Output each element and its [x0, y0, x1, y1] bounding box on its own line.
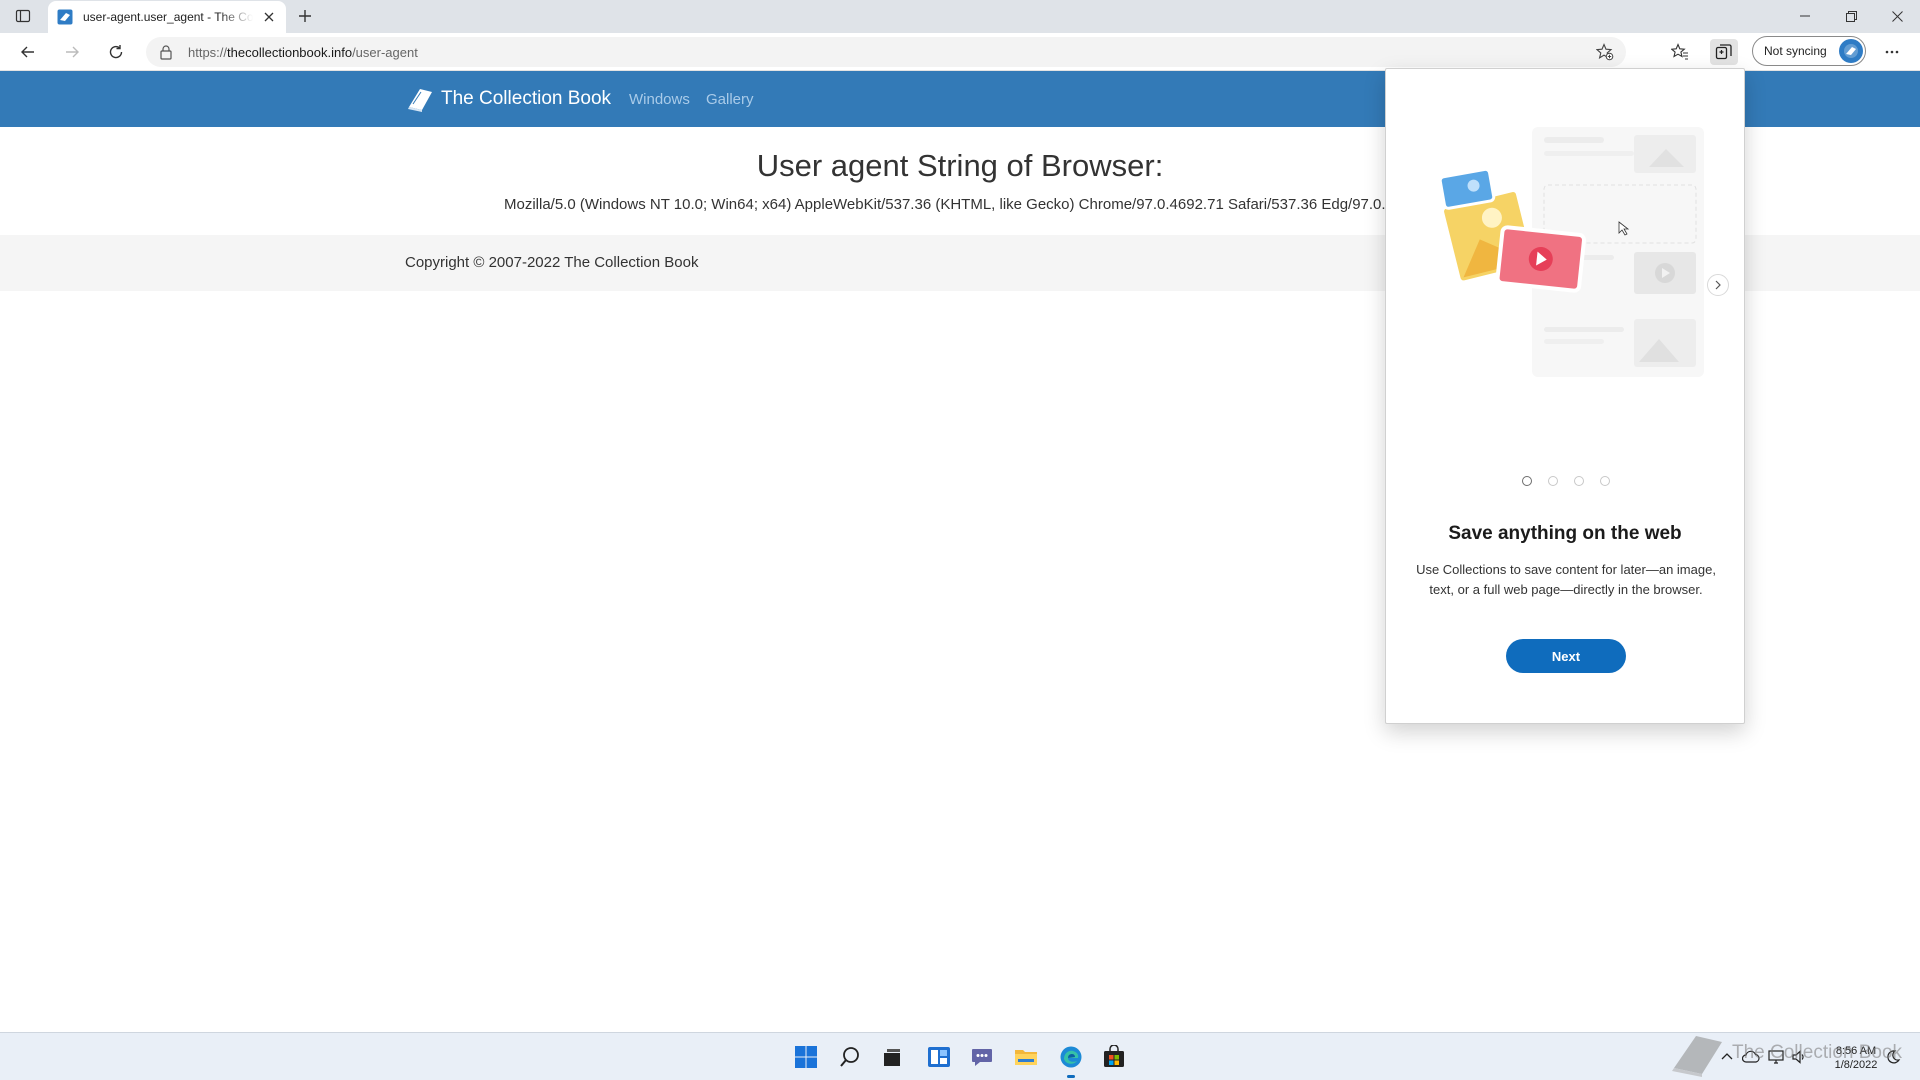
add-favorite-icon[interactable] [1596, 43, 1614, 61]
store-bag-icon [1104, 1045, 1124, 1067]
start-button[interactable] [791, 1042, 821, 1072]
widgets-icon [928, 1047, 950, 1067]
back-arrow-icon [21, 46, 34, 58]
more-dots-icon [1885, 50, 1899, 54]
settings-more-button[interactable] [1878, 39, 1906, 65]
carousel-pagination [1522, 476, 1610, 486]
search-icon [840, 1047, 859, 1067]
forward-button[interactable] [58, 39, 86, 65]
tab-strip: user-agent.user_agent - The Collection B… [0, 0, 1920, 33]
tab-actions-icon [15, 9, 31, 23]
windows-taskbar: 8:56 AM 1/8/2022 [0, 1032, 1920, 1080]
back-button[interactable] [14, 39, 42, 65]
edge-icon [1060, 1046, 1082, 1068]
carousel-dot-4[interactable] [1600, 476, 1610, 486]
browser-toolbar: https://thecollectionbook.info/user-agen… [0, 33, 1920, 71]
minimize-window-button[interactable] [1782, 0, 1828, 32]
tab-title: user-agent.user_agent - The Collection B… [83, 10, 253, 24]
tab-actions-menu-button[interactable] [10, 5, 36, 27]
teams-chat-button[interactable] [967, 1042, 997, 1072]
book-watermark-icon [1672, 1036, 1722, 1077]
close-window-button[interactable] [1874, 0, 1920, 32]
site-brand-name: The Collection Book [441, 88, 612, 109]
profile-sync-button[interactable]: Not syncing [1752, 36, 1866, 66]
book-logo-icon [408, 89, 432, 112]
task-view-button[interactable] [877, 1042, 907, 1072]
collections-icon [1715, 44, 1732, 60]
nav-link-gallery[interactable]: Gallery [706, 91, 754, 108]
refresh-icon [109, 45, 123, 59]
chevron-right-icon [1715, 280, 1721, 290]
nav-link-windows[interactable]: Windows [629, 91, 690, 108]
flyout-description: Use Collections to save content for late… [1416, 562, 1716, 597]
collections-illustration [1438, 127, 1704, 377]
favorites-button[interactable] [1666, 39, 1694, 65]
file-explorer-button[interactable] [1011, 1042, 1041, 1072]
taskbar-search-button[interactable] [835, 1042, 865, 1072]
user-agent-string: Mozilla/5.0 (Windows NT 10.0; Win64; x64… [504, 196, 1411, 213]
address-url[interactable]: https://thecollectionbook.info/user-agen… [188, 45, 418, 60]
carousel-dot-3[interactable] [1574, 476, 1584, 486]
refresh-button[interactable] [102, 39, 130, 65]
folder-icon [1015, 1050, 1037, 1065]
restore-window-button[interactable] [1828, 0, 1874, 32]
collection-book-watermark: The Collection Book [1668, 1030, 1902, 1080]
task-view-icon [884, 1049, 900, 1066]
browser-tab-active[interactable]: user-agent.user_agent - The Collection B… [48, 1, 286, 33]
new-tab-button[interactable] [294, 5, 316, 27]
copyright-text: Copyright © 2007-2022 The Collection Boo… [405, 254, 699, 271]
sync-status-label: Not syncing [1764, 44, 1827, 58]
plus-icon [299, 10, 311, 22]
site-brand-link[interactable]: The Collection Book [405, 85, 611, 113]
profile-avatar-icon [1839, 39, 1863, 63]
flyout-next-button[interactable]: Next [1506, 639, 1626, 673]
address-bar[interactable]: https://thecollectionbook.info/user-agen… [146, 37, 1626, 67]
watermark-text: The Collection Book [1732, 1042, 1903, 1063]
carousel-dot-1[interactable] [1522, 476, 1532, 486]
flyout-title: Save anything on the web [1448, 523, 1682, 544]
collections-button[interactable] [1710, 39, 1738, 65]
site-favicon-icon [56, 8, 74, 26]
collections-flyout: Save anything on the web Use Collections… [1385, 68, 1745, 724]
forward-arrow-icon [66, 46, 79, 58]
favorites-star-icon [1671, 43, 1688, 60]
microsoft-store-button[interactable] [1099, 1042, 1129, 1072]
restore-icon [1845, 10, 1857, 22]
widgets-button[interactable] [924, 1042, 954, 1072]
close-tab-icon[interactable] [261, 9, 277, 25]
carousel-next-button[interactable] [1707, 274, 1729, 296]
carousel-dot-2[interactable] [1548, 476, 1558, 486]
close-icon [1891, 10, 1903, 22]
lock-icon[interactable] [158, 44, 174, 60]
minimize-icon [1800, 15, 1810, 17]
windows-logo-icon [795, 1046, 817, 1068]
edge-browser-taskbar-button[interactable] [1056, 1042, 1086, 1078]
chat-icon [972, 1049, 992, 1066]
